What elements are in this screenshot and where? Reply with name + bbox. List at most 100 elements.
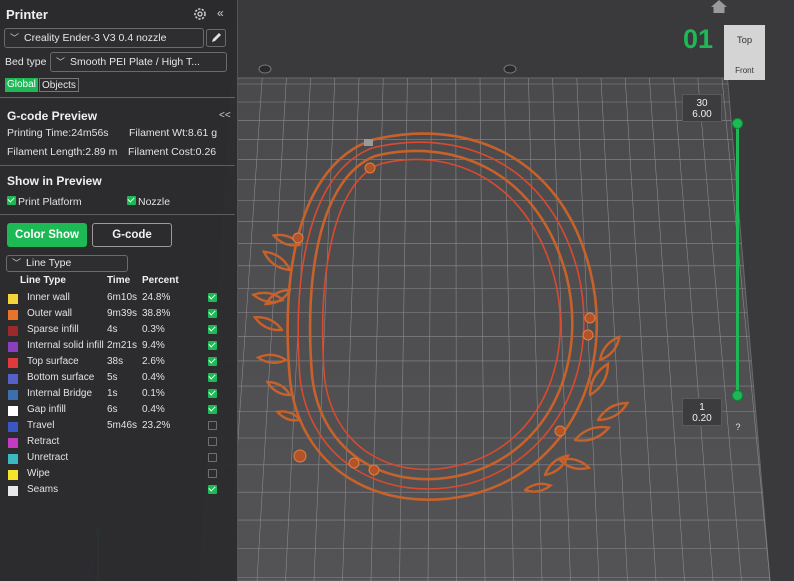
collapse-panel-icon[interactable]: «: [217, 6, 224, 20]
visibility-checkbox[interactable]: [208, 453, 217, 462]
bed-type-value: Smooth PEI Plate / High T...: [70, 56, 200, 68]
build-plate: [199, 64, 771, 581]
color-swatch: [8, 342, 18, 352]
object-marker-icon: [364, 139, 373, 146]
line-type-name: Internal solid infill: [27, 340, 104, 351]
visibility-checkbox[interactable]: [208, 341, 217, 350]
view-cube-front[interactable]: Front: [724, 66, 765, 75]
line-type-name: Sparse infill: [27, 324, 79, 335]
show-in-preview-title: Show in Preview: [7, 174, 102, 188]
table-row: Inner wall 6m10s 24.8%: [0, 290, 235, 306]
line-type-percent: 2.6%: [142, 356, 165, 367]
visibility-checkbox[interactable]: [208, 485, 217, 494]
chevron-down-icon: ﹀: [10, 33, 20, 43]
table-row: Retract: [0, 434, 235, 450]
line-type-percent: 9.4%: [142, 340, 165, 351]
home-icon[interactable]: [711, 0, 727, 13]
plate-number: 01: [683, 24, 714, 54]
line-type-name: Travel: [27, 420, 55, 431]
nozzle-checkbox[interactable]: [127, 196, 136, 205]
color-swatch: [8, 438, 18, 448]
filament-weight: Filament Wt:8.61 g: [129, 127, 218, 139]
table-row: Unretract: [0, 450, 235, 466]
visibility-checkbox[interactable]: [208, 325, 217, 334]
line-type-time: 6m10s: [107, 292, 138, 303]
filament-cost: Filament Cost:0.26: [128, 146, 217, 158]
line-type-time: 2m21s: [107, 340, 138, 351]
line-type-percent: 23.2%: [142, 420, 171, 431]
color-swatch: [8, 358, 18, 368]
line-type-name: Inner wall: [27, 292, 70, 303]
tab-global[interactable]: Global: [5, 78, 38, 92]
line-type-percent: 24.8%: [142, 292, 171, 303]
edit-printer-icon[interactable]: [206, 29, 226, 47]
line-type-time: 1s: [107, 388, 118, 399]
bed-type-select[interactable]: ﹀ Smooth PEI Plate / High T...: [50, 52, 227, 72]
print-platform-checkbox[interactable]: [7, 196, 16, 205]
color-swatch: [8, 294, 18, 304]
nozzle-label: Nozzle: [138, 196, 171, 208]
table-row: Outer wall 9m39s 38.8%: [0, 306, 235, 322]
color-swatch: [8, 326, 18, 336]
visibility-checkbox[interactable]: [208, 421, 217, 430]
layer-slider-bottom-handle[interactable]: [732, 390, 743, 401]
visibility-checkbox[interactable]: [208, 469, 217, 478]
line-type-select[interactable]: ﹀ Line Type: [6, 255, 128, 272]
visibility-checkbox[interactable]: [208, 357, 217, 366]
line-type-time: 5s: [107, 372, 118, 383]
view-cube[interactable]: Top Front: [724, 25, 765, 80]
layer-slider-track[interactable]: [736, 124, 739, 396]
table-row: Internal solid infill 2m21s 9.4%: [0, 338, 235, 354]
table-row: Top surface 38s 2.6%: [0, 354, 235, 370]
printer-select[interactable]: ﹀ Creality Ender-3 V3 0.4 nozzle: [4, 28, 204, 48]
view-cube-top[interactable]: Top: [724, 35, 765, 46]
line-type-name: Bottom surface: [27, 372, 95, 383]
gcode-button[interactable]: G-code: [92, 223, 172, 247]
printer-title: Printer: [6, 7, 48, 22]
visibility-checkbox[interactable]: [208, 293, 217, 302]
table-row: Internal Bridge 1s 0.1%: [0, 386, 235, 402]
color-swatch: [8, 390, 18, 400]
line-type-time: 5m46s: [107, 420, 138, 431]
line-type-name: Wipe: [27, 468, 50, 479]
line-type-percent: 0.4%: [142, 404, 165, 415]
visibility-checkbox[interactable]: [208, 309, 217, 318]
left-sidebar: Printer « ﹀ Creality Ender-3 V3 0.4 nozzl…: [0, 0, 238, 581]
top-layer-height: 6.00: [692, 109, 712, 120]
table-row: Bottom surface 5s 0.4%: [0, 370, 235, 386]
bottom-layer-height: 0.20: [692, 413, 712, 424]
line-type-name: Seams: [27, 484, 59, 495]
tab-objects[interactable]: Objects: [39, 78, 79, 92]
line-type-name: Gap infill: [27, 404, 66, 415]
top-layer-number: 30: [696, 98, 708, 109]
col-time: Time: [107, 275, 131, 286]
visibility-checkbox[interactable]: [208, 389, 217, 398]
color-show-button[interactable]: Color Show: [7, 223, 87, 247]
line-type-name: Unretract: [27, 452, 69, 463]
chevron-down-icon: ﹀: [12, 258, 22, 268]
help-button[interactable]: ?: [731, 420, 745, 434]
line-type-select-label: Line Type: [26, 257, 72, 269]
line-type-percent: 0.1%: [142, 388, 165, 399]
table-row: Travel 5m46s 23.2%: [0, 418, 235, 434]
layer-slider-top-handle[interactable]: [732, 118, 743, 129]
visibility-checkbox[interactable]: [208, 437, 217, 446]
line-type-name: Outer wall: [27, 308, 73, 319]
divider: [0, 97, 235, 98]
top-layer-box[interactable]: 30 6.00: [682, 94, 722, 122]
color-swatch: [8, 470, 18, 480]
divider: [0, 165, 235, 166]
gear-icon[interactable]: [192, 6, 208, 22]
visibility-checkbox[interactable]: [208, 373, 217, 382]
bottom-layer-box[interactable]: 1 0.20: [682, 398, 722, 426]
color-swatch: [8, 486, 18, 496]
color-swatch: [8, 422, 18, 432]
table-row: Wipe: [0, 466, 235, 482]
color-swatch: [8, 310, 18, 320]
bottom-layer-number: 1: [699, 402, 705, 413]
printer-header: Printer «: [0, 0, 237, 28]
chevron-down-icon: ﹀: [56, 57, 66, 67]
visibility-checkbox[interactable]: [208, 405, 217, 414]
collapse-gcode-icon[interactable]: <<: [219, 110, 231, 121]
line-type-name: Top surface: [27, 356, 79, 367]
